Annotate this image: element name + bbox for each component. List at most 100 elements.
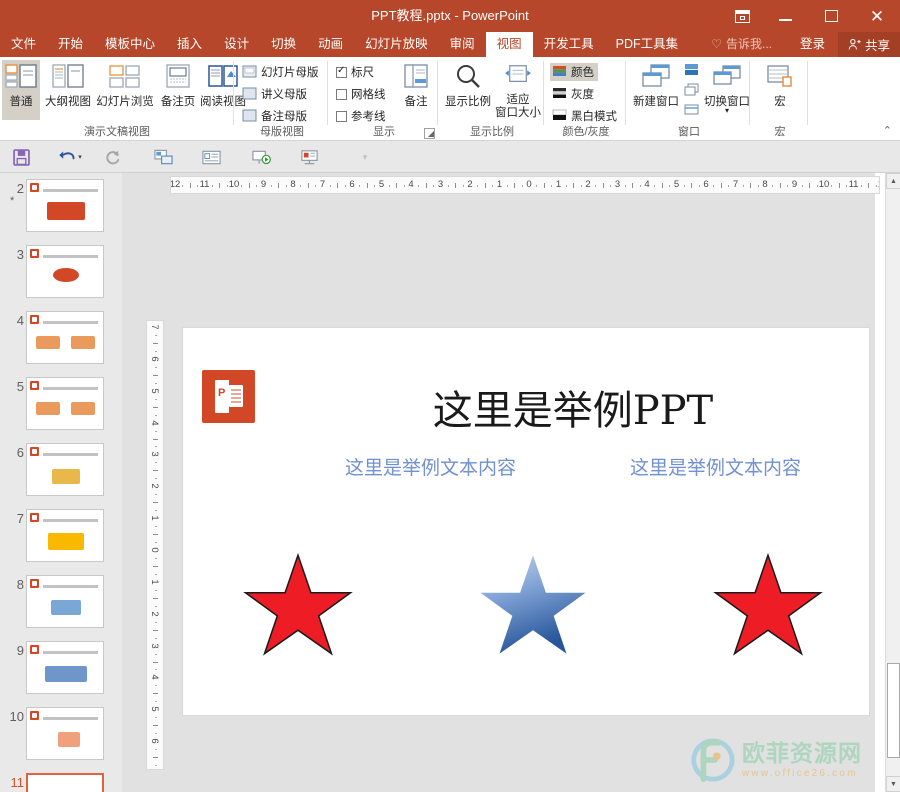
ribbon-tab-11[interactable]: PDF工具集 [605, 32, 690, 57]
ribbon-tab-9[interactable]: 视图 [485, 32, 533, 57]
thumbnail-number: 5 [16, 379, 24, 394]
ruler-label-h-15: 3 [614, 179, 621, 190]
macro-label: 宏 [774, 96, 786, 108]
thumbnail-preview[interactable] [26, 377, 104, 430]
ribbon-tab-1[interactable]: 开始 [47, 32, 94, 57]
share-button[interactable]: 共享 [837, 32, 900, 57]
ribbon-tab-7[interactable]: 幻灯片放映 [354, 32, 439, 57]
chevron-down-icon[interactable]: ▾ [725, 107, 729, 115]
ribbon-tab-4[interactable]: 设计 [213, 32, 260, 57]
color-item-grayscale[interactable]: 灰度 [552, 85, 594, 103]
cascade-button[interactable] [684, 81, 702, 99]
arrange-all-button[interactable] [684, 61, 702, 79]
thumbnail-preview[interactable] [26, 575, 104, 628]
save-button[interactable] [8, 145, 34, 169]
editor-scrollbar[interactable]: ▲ ▼ [885, 173, 900, 792]
ruler-tick-h [492, 185, 494, 187]
collapse-ribbon-button[interactable]: ⌃ [883, 124, 892, 137]
maximize-button[interactable] [808, 0, 854, 32]
checkbox-gridlines[interactable] [336, 88, 347, 100]
ribbon-display-options-button[interactable] [722, 0, 762, 32]
view-button-normal[interactable]: 普通 [2, 60, 40, 120]
floppy-save-icon [12, 148, 30, 166]
view-button-notes-page[interactable]: 备注页 [156, 60, 200, 120]
new-window-button[interactable]: 新建窗口 [630, 60, 682, 120]
ribbon-tab-2[interactable]: 模板中心 [94, 32, 166, 57]
slide-thumbnail-pane[interactable]: 2 * 3 4 5 6 7 8 9 10 11 [0, 173, 122, 792]
view-button-outline[interactable]: 大纲视图 [42, 60, 94, 120]
close-button[interactable]: ✕ [854, 0, 900, 32]
notes-pane-button[interactable]: 备注 [396, 60, 436, 120]
ruler-label-v-12: 5 [149, 706, 160, 712]
scroll-up-arrow-icon[interactable]: ▲ [886, 173, 900, 189]
ruler-tick-h [189, 183, 191, 188]
redo-button[interactable] [100, 145, 126, 169]
master-item-handout-master[interactable]: 讲义母版 [242, 85, 307, 103]
group-divider [625, 61, 626, 125]
star-shape-left[interactable] [243, 553, 353, 658]
ruler-label-h-19: 7 [732, 179, 739, 190]
slide-title-text[interactable]: 这里是举例PPT [293, 378, 853, 436]
thumbnail-preview[interactable] [26, 443, 104, 496]
thumbnail-preview[interactable] [26, 773, 104, 792]
minimize-button[interactable] [762, 0, 808, 32]
ruler-label-h-4: 8 [290, 179, 296, 190]
new-slide-icon [201, 150, 221, 164]
thumbnail-preview[interactable] [26, 707, 104, 760]
color-item-color[interactable]: 颜色 [550, 63, 598, 81]
editor-scroll-thumb[interactable] [887, 663, 900, 758]
horizontal-ruler[interactable]: 1211109876543210123456789101112 [170, 176, 880, 194]
star-shape-middle[interactable] [478, 553, 588, 658]
ribbon-tab-8[interactable]: 审阅 [439, 32, 486, 57]
powerpoint-logo-icon[interactable] [202, 370, 255, 423]
thumbnail-preview[interactable] [26, 641, 104, 694]
undo-dropdown-icon[interactable]: ▾ [78, 153, 82, 161]
ribbon-tab-5[interactable]: 切换 [260, 32, 307, 57]
ribbon-tab-10[interactable]: 开发工具 [533, 32, 605, 57]
thumbnail-preview[interactable] [26, 179, 104, 232]
show-dialog-launcher[interactable]: ◢ [424, 128, 435, 139]
view-button-slide-sorter[interactable]: 幻灯片浏览 [94, 60, 156, 120]
star-shape-right[interactable] [713, 553, 823, 658]
ribbon-group-label-zoom: 显示比例 [470, 126, 514, 138]
ribbon-tab-3[interactable]: 插入 [166, 32, 213, 57]
master-item-slide-master[interactable]: 幻灯片母版 [242, 63, 319, 81]
undo-button[interactable]: ▾ [52, 145, 88, 169]
ruler-label-h-23: 11 [848, 179, 859, 190]
thumbnail-preview[interactable] [26, 311, 104, 364]
ribbon-tab-6[interactable]: 动画 [307, 32, 354, 57]
ruler-tick-h [632, 183, 634, 188]
scroll-down-arrow-icon[interactable]: ▼ [886, 776, 900, 792]
ruler-tick-h [602, 183, 604, 188]
thumbnail-preview[interactable] [26, 509, 104, 562]
checkbox-ruler[interactable] [336, 65, 347, 78]
ribbon-tab-0[interactable]: 文件 [0, 32, 47, 57]
arrange-all-icon [685, 64, 698, 75]
macro-button[interactable]: 宏 [756, 60, 804, 120]
checkbox-row-gridlines[interactable]: 网格线 [336, 85, 386, 103]
slide-canvas[interactable]: 这里是举例PPT 这里是举例文本内容 这里是举例文本内容 [182, 327, 870, 716]
zoom-button[interactable]: 显示比例 [444, 60, 492, 120]
ruler-tick-v [155, 526, 157, 528]
checkbox-guides[interactable] [336, 110, 347, 122]
ruler-tick-h [654, 185, 656, 187]
fit-to-window-button[interactable]: 适应 窗口大小 [494, 60, 542, 120]
custom-show-button[interactable] [296, 145, 322, 169]
slideshow-button[interactable] [248, 145, 274, 169]
ruler-tick-h [329, 185, 331, 187]
start-from-beginning-button[interactable] [150, 145, 176, 169]
signin-button[interactable]: 登录 [800, 32, 825, 57]
move-split-button[interactable] [684, 101, 702, 119]
checkbox-row-ruler[interactable]: 标尺 [336, 63, 374, 81]
new-slide-button[interactable] [198, 145, 224, 169]
thumbnail-preview[interactable] [26, 245, 104, 298]
ruler-tick-h [521, 185, 523, 187]
switch-windows-button[interactable]: 切换窗口 ▾ [704, 60, 750, 120]
vertical-ruler[interactable]: 765432101234567 [146, 320, 164, 770]
thumbnail-title-placeholder [43, 519, 98, 524]
slide-subtitle-left[interactable]: 这里是举例文本内容 [345, 453, 516, 480]
tell-me-box[interactable]: ♡ 告诉我... [711, 32, 772, 57]
customize-qat-button[interactable]: ▾ [352, 145, 378, 169]
slide-subtitle-right[interactable]: 这里是举例文本内容 [630, 453, 801, 480]
custom-show-icon [300, 149, 318, 164]
